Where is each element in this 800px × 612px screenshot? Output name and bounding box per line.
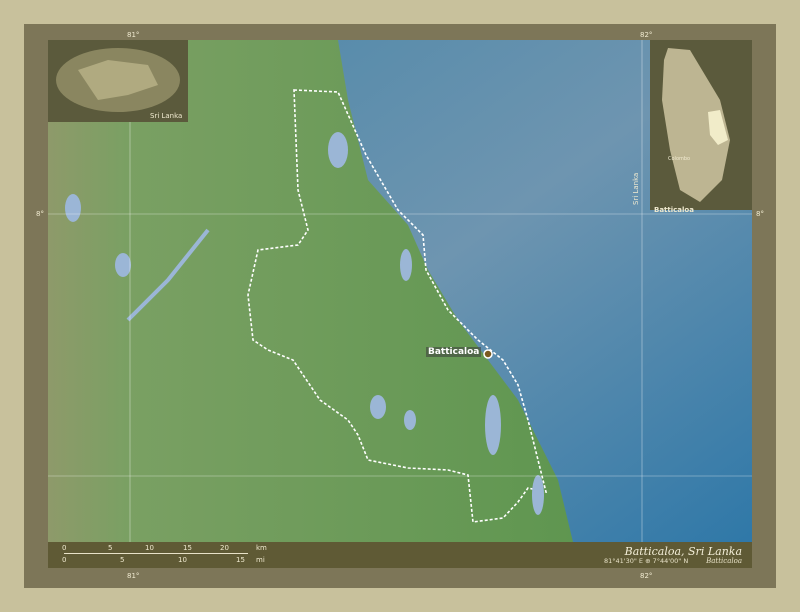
country-inset: Colombo [650,40,752,210]
world-inset-label: Sri Lanka [150,112,183,120]
scale-mi-tick: 10 [178,556,187,564]
scale-km-tick: 20 [220,544,229,552]
center-coordinates: 81°41'30" E ⊕ 7°44'00" N [604,557,689,565]
scale-km-unit: km [256,544,267,552]
country-label: Sri Lanka [632,172,640,205]
city-marker[interactable] [483,349,493,359]
scale-mi-tick: 15 [236,556,245,564]
lon-label-bottom-right: 82° [640,572,653,580]
scale-km-tick: 10 [145,544,154,552]
city-label: Batticaloa [426,347,482,357]
lon-label-top-right: 82° [640,31,653,39]
scale-km-tick: 0 [62,544,67,552]
scale-km-tick: 5 [108,544,113,552]
lon-label-top-left: 81° [127,31,140,39]
lat-label-left: 8° [36,210,44,218]
world-inset: Sri Lanka [48,40,188,122]
region-label: Batticaloa [654,206,694,214]
capital-label: Colombo [668,156,691,162]
legend-label: Batticaloa [706,557,742,565]
scale-km-tick: 15 [183,544,192,552]
scale-bar [64,553,248,554]
scale-mi-tick: 0 [62,556,67,564]
scale-mi-tick: 5 [120,556,125,564]
lat-label-right: 8° [756,210,764,218]
scale-mi-unit: mi [256,556,265,564]
lon-label-bottom-left: 81° [127,572,140,580]
